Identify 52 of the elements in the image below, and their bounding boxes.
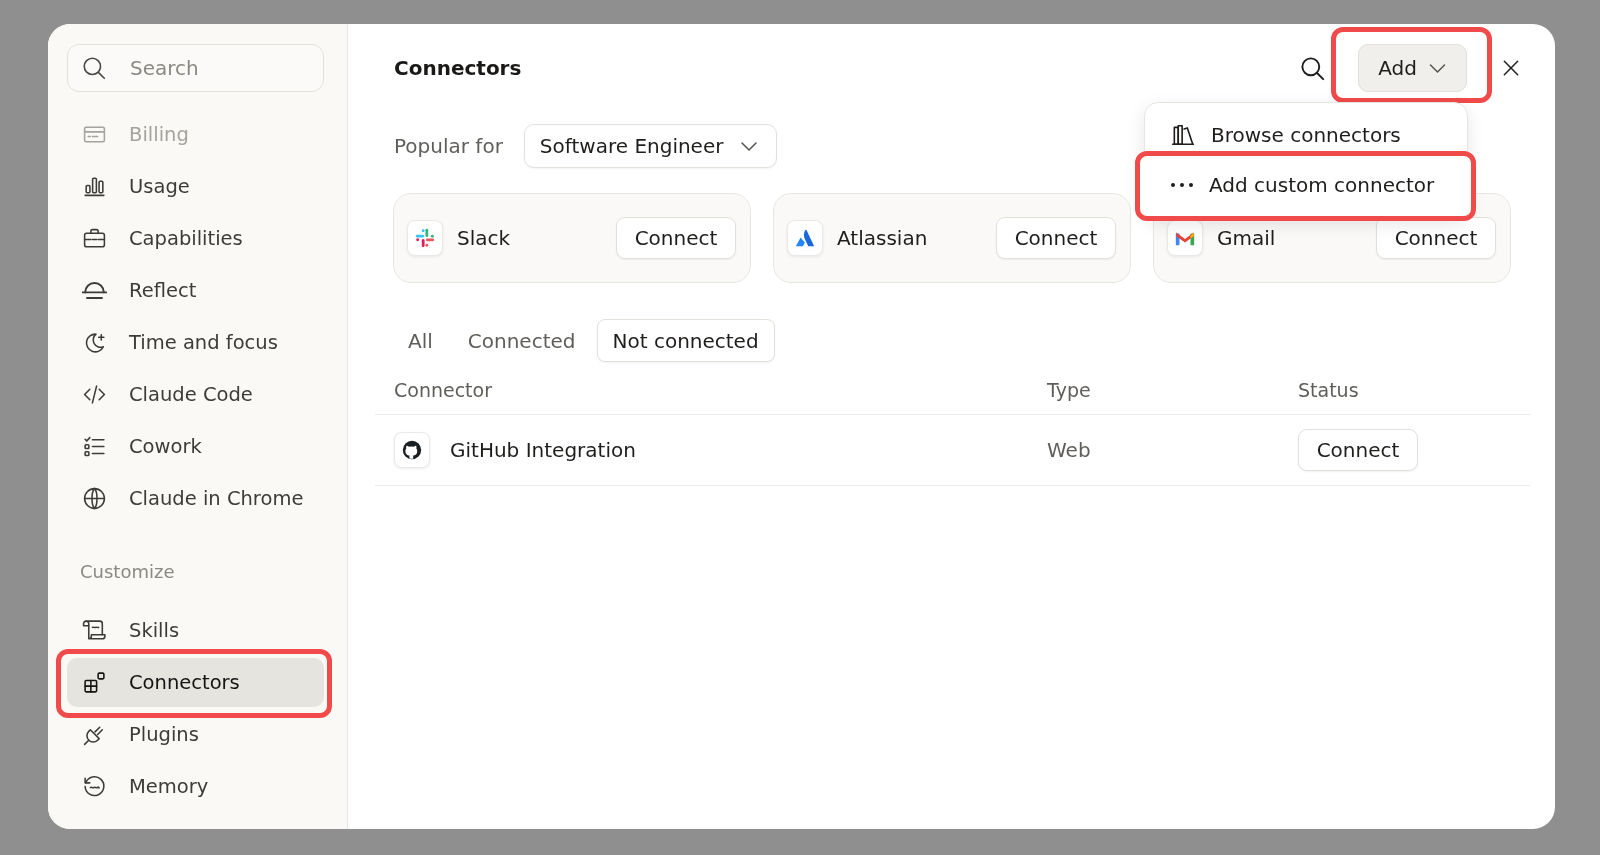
peak-logo-icon bbox=[787, 220, 823, 256]
filter-label: Popular for bbox=[394, 134, 503, 158]
pinwheel-logo-icon bbox=[407, 220, 443, 256]
globe-icon bbox=[82, 486, 107, 511]
filter-tab[interactable]: Connected bbox=[453, 319, 590, 362]
scroll-icon bbox=[82, 618, 107, 643]
history-icon bbox=[82, 774, 107, 799]
role-dropdown[interactable]: Software Engineer bbox=[523, 124, 777, 168]
search-icon[interactable] bbox=[1299, 54, 1327, 82]
column-header: Status bbox=[1298, 379, 1359, 401]
menu-item[interactable]: Browse connectors bbox=[1151, 111, 1461, 159]
connector-name: GitHub Integration bbox=[450, 438, 636, 462]
books-icon bbox=[1170, 122, 1196, 148]
search-icon bbox=[81, 55, 107, 81]
connect-button[interactable]: Connect bbox=[616, 217, 736, 259]
column-header: Connector bbox=[394, 379, 492, 401]
checklist-icon bbox=[82, 434, 107, 459]
sidebar-item[interactable]: Plugins bbox=[67, 710, 324, 759]
blocks-icon bbox=[82, 670, 107, 695]
ellipsis-icon bbox=[1170, 182, 1194, 188]
briefcase-icon bbox=[82, 226, 107, 251]
connect-button[interactable]: Connect bbox=[1376, 217, 1496, 259]
connect-button[interactable]: Connect bbox=[996, 217, 1116, 259]
chevron-down-icon bbox=[1429, 63, 1446, 73]
menu-item[interactable]: Add custom connector bbox=[1151, 161, 1461, 209]
code-icon bbox=[82, 382, 107, 407]
filter-tab[interactable]: All bbox=[394, 319, 447, 362]
connector-name: Gmail bbox=[1217, 226, 1276, 250]
connector-name: Atlassian bbox=[837, 226, 928, 250]
close-icon[interactable] bbox=[1501, 58, 1521, 78]
sidebar-item[interactable]: Cowork bbox=[67, 422, 324, 471]
sidebar-item[interactable]: Claude Code bbox=[67, 370, 324, 419]
search-field[interactable]: Search bbox=[67, 44, 324, 92]
connector-name: Slack bbox=[457, 226, 511, 250]
sidebar-item[interactable]: Reflect bbox=[67, 266, 324, 315]
sidebar-item[interactable]: Connectors bbox=[67, 658, 324, 707]
cat-logo-icon bbox=[394, 432, 430, 468]
sidebar-item[interactable]: Memory bbox=[67, 762, 324, 811]
sidebar-item[interactable]: Capabilities bbox=[67, 214, 324, 263]
sidebar-item[interactable]: Skills bbox=[67, 606, 324, 655]
column-header: Type bbox=[1047, 379, 1091, 401]
section-heading: Customize bbox=[79, 560, 176, 584]
sidebar-item[interactable]: Time and focus bbox=[67, 318, 324, 367]
sidebar-item[interactable]: Claude in Chrome bbox=[67, 474, 324, 523]
bar-chart-icon bbox=[82, 174, 107, 199]
connect-button[interactable]: Connect bbox=[1298, 429, 1418, 471]
filter-tab[interactable]: Not connected bbox=[596, 319, 775, 362]
table-cell: Web bbox=[1047, 438, 1091, 462]
sidebar-item[interactable]: Usage bbox=[67, 162, 324, 211]
chevron-down-icon bbox=[740, 141, 757, 151]
page-title: Connectors bbox=[394, 56, 522, 80]
add-button[interactable]: Add bbox=[1358, 44, 1467, 92]
